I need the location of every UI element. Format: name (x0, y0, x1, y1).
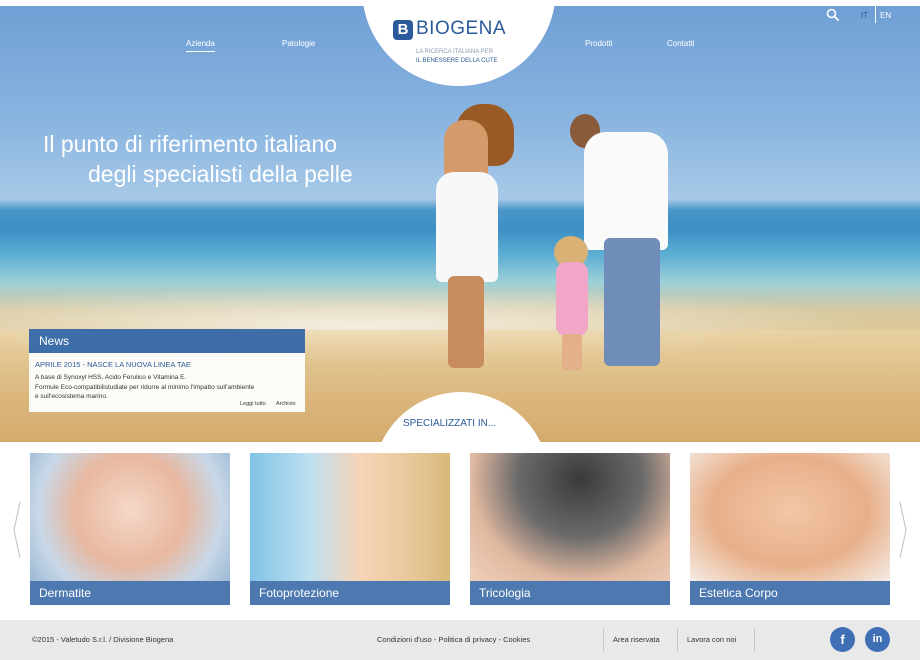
logo-tagline-line1: LA RICERCA ITALIANA PER (416, 49, 493, 55)
language-divider (875, 5, 876, 23)
hero-photo-man-jeans (604, 238, 660, 366)
news-item-title[interactable]: APRILE 2015 - NASCE LA NUOVA LINEA TAE (35, 360, 191, 369)
specialty-image-baby (30, 453, 230, 581)
hero-photo-child-legs (562, 334, 582, 370)
nav-item-prodotti[interactable]: Prodotti (585, 39, 613, 48)
specialty-label: Fotoprotezione (259, 586, 340, 600)
hero-headline-line1: Il punto di riferimento italiano (43, 131, 338, 157)
hero-photo-woman-legs (448, 276, 484, 368)
footer-divider (754, 628, 755, 652)
news-body-line1: A base di Synoxyl HSS, Acido Ferulico e … (35, 374, 187, 381)
archive-link[interactable]: Archivio (276, 401, 296, 407)
news-title: News (39, 334, 70, 348)
specialty-image-hair (470, 453, 670, 581)
news-panel: News APRILE 2015 - NASCE LA NUOVA LINEA … (29, 329, 305, 412)
news-body-line2: Formule Eco-compatibilistudiate per ridu… (35, 383, 255, 391)
specialty-card-estetica-corpo[interactable]: Estetica Corpo (690, 453, 890, 605)
hero-photo-woman (444, 120, 488, 180)
nav-item-azienda[interactable]: Azienda (186, 39, 215, 52)
specialty-label: Tricologia (479, 586, 531, 600)
footer-legal-links[interactable]: Condizioni d'uso - Politica di privacy -… (377, 635, 530, 644)
specialties-heading: SPECIALIZZATI IN... (403, 418, 497, 429)
linkedin-icon[interactable]: in (865, 627, 890, 652)
footer-copyright: ©2015 - Valetudo S.r.l. / Divisione Biog… (32, 635, 174, 644)
hero-photo-child (556, 262, 588, 336)
carousel-prev-icon[interactable] (12, 500, 22, 560)
nav-item-patologie[interactable]: Patologie (282, 39, 315, 48)
logo-tagline-line2: IL BENESSERE DELLA CUTE (416, 58, 498, 64)
specialty-label: Estetica Corpo (699, 586, 778, 600)
biogena-logo-icon[interactable]: B (393, 20, 413, 40)
logo-wordmark[interactable]: BIOGENA (416, 18, 506, 40)
language-en[interactable]: EN (880, 11, 891, 20)
language-it[interactable]: IT (861, 11, 868, 20)
carousel-next-icon[interactable] (898, 500, 908, 560)
news-header: News (29, 329, 305, 353)
hero-photo-woman-dress (436, 172, 498, 282)
footer-reserved-area-link[interactable]: Area riservata (613, 635, 660, 644)
read-all-link[interactable]: Leggi tutto (240, 401, 266, 407)
specialty-card-fotoprotezione[interactable]: Fotoprotezione (250, 453, 450, 605)
specialty-card-tricologia[interactable]: Tricologia (470, 453, 670, 605)
specialty-card-dermatite[interactable]: Dermatite (30, 453, 230, 605)
hero-photo-man (584, 132, 668, 250)
specialty-label: Dermatite (39, 586, 92, 600)
footer-divider (677, 628, 678, 652)
nav-item-contatti[interactable]: Contatti (667, 39, 695, 48)
hero-headline-line2: degli specialisti della pelle (88, 161, 353, 187)
news-item-body: A base di Synoxyl HSS, Acido Ferulico e … (35, 373, 301, 402)
footer-divider (603, 628, 604, 652)
facebook-icon[interactable]: f (830, 627, 855, 652)
footer-work-with-us-link[interactable]: Lavora con noi (687, 635, 736, 644)
site-footer: ©2015 - Valetudo S.r.l. / Divisione Biog… (0, 620, 920, 660)
search-icon[interactable] (826, 8, 840, 22)
specialty-image-sun-face (250, 453, 450, 581)
specialty-image-body (690, 453, 890, 581)
